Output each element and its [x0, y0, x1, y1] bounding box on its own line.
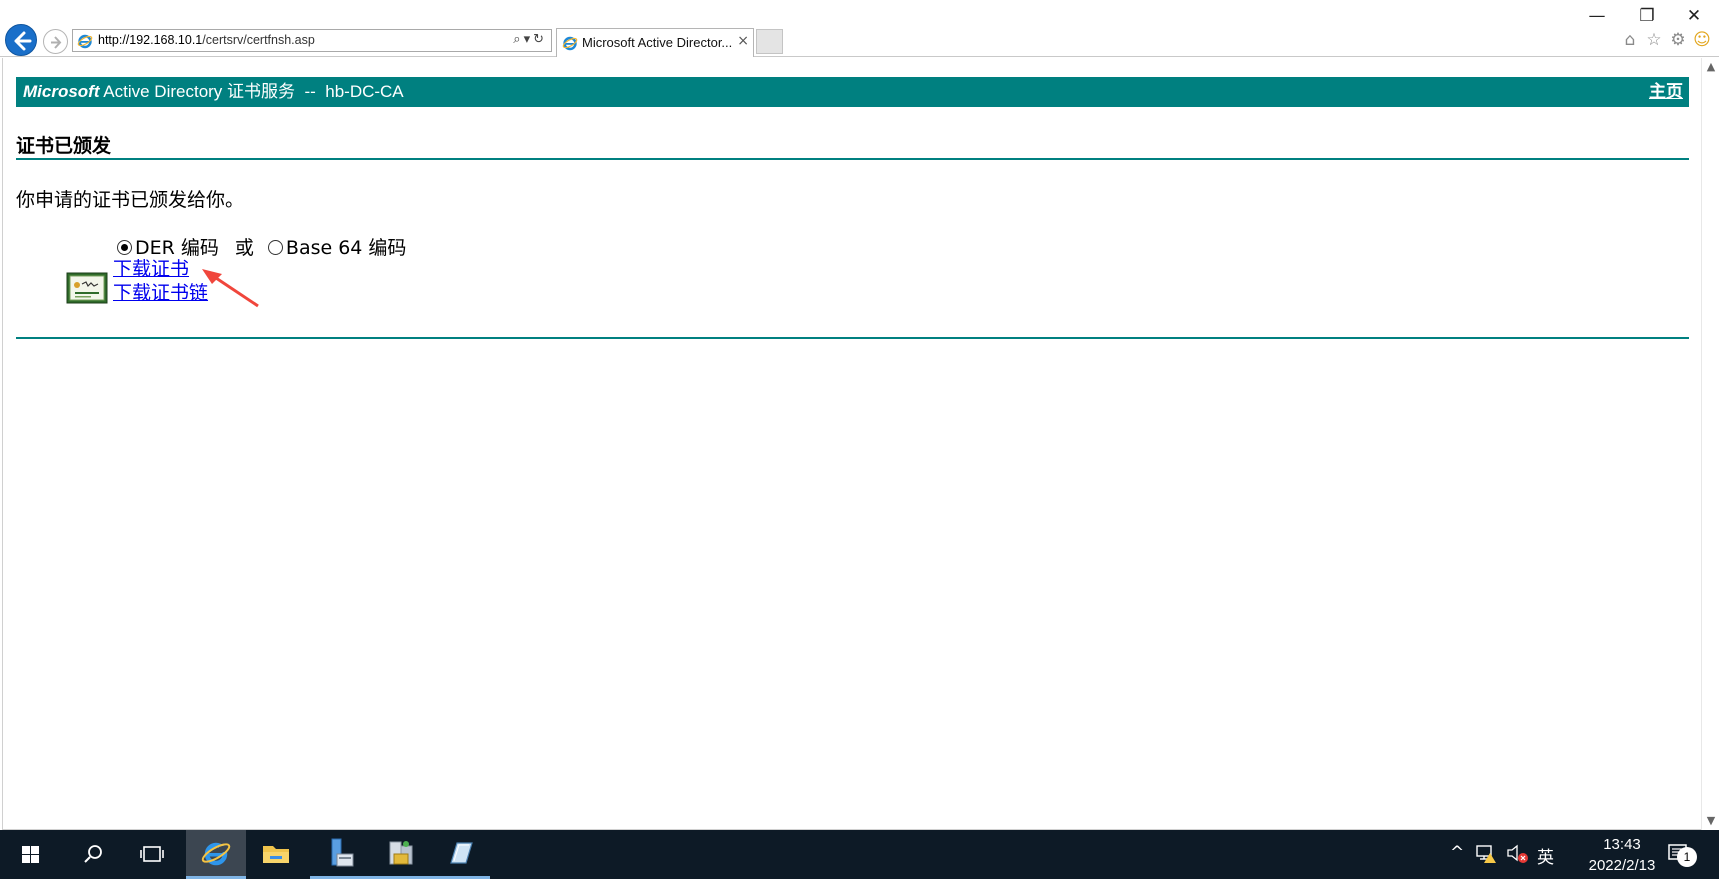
search-button[interactable] [62, 830, 122, 879]
windows-taskbar: ^ 英 13:43 2022/2/13 1 [0, 830, 1719, 879]
banner-brand: Microsoft [23, 82, 100, 101]
restore-button[interactable]: ❐ [1627, 4, 1667, 28]
tab-title: Microsoft Active Director... [582, 35, 732, 50]
forward-button[interactable] [43, 29, 68, 54]
home-icon[interactable]: ⌂ [1619, 28, 1641, 52]
clock-time[interactable]: 13:43 [1587, 836, 1657, 853]
tab-active-certificate-services[interactable]: Microsoft Active Director... × [556, 28, 754, 57]
red-arrow-annotation [202, 269, 259, 308]
browser-chrome: — ❐ ✕ http://192.168.10.1/certsrv/certfn… [0, 0, 1719, 57]
banner-title: Active Directory 证书服务 -- hb-DC-CA [99, 82, 404, 101]
input-method-indicator[interactable]: 英 [1537, 843, 1554, 868]
page-title: 证书已颁发 [16, 135, 112, 157]
internet-explorer-icon [201, 842, 231, 866]
address-url[interactable]: http://192.168.10.1/certsrv/certfnsh.asp [98, 33, 315, 47]
taskbar-powershell[interactable] [430, 830, 490, 879]
address-search-refresh-icons[interactable]: ⌕▾↻ [513, 32, 547, 47]
notification-count-badge: 1 [1677, 847, 1697, 867]
back-arrow-icon [14, 31, 32, 51]
taskbar-file-explorer[interactable] [246, 830, 306, 879]
scroll-up-icon[interactable]: ▲ [1702, 58, 1719, 76]
cert-services-banner: Microsoft Active Directory 证书服务 -- hb-DC… [16, 77, 1689, 107]
download-certificate-link[interactable]: 下载证书 [113, 254, 189, 281]
powershell-icon [450, 842, 473, 864]
new-tab-button[interactable] [756, 29, 783, 54]
start-icon [22, 846, 39, 863]
taskbar-server-manager[interactable] [310, 830, 370, 879]
close-window-button[interactable]: ✕ [1674, 4, 1714, 28]
start-button[interactable] [0, 830, 60, 879]
address-bar[interactable]: http://192.168.10.1/certsrv/certfnsh.asp… [72, 29, 552, 52]
clock-date[interactable]: 2022/2/13 [1566, 857, 1678, 874]
home-link[interactable]: 主页 [1649, 77, 1683, 107]
minimize-button[interactable]: — [1577, 4, 1617, 28]
ie-page-icon [77, 34, 93, 49]
task-view-icon [140, 846, 164, 862]
settings-gear-icon[interactable]: ⚙ [1667, 28, 1689, 52]
scroll-down-icon[interactable]: ▼ [1702, 812, 1719, 830]
taskbar-certificate-authority[interactable] [370, 830, 430, 879]
server-manager-icon [331, 838, 354, 867]
der-encoding-radio[interactable] [117, 240, 132, 255]
certificate-icon [66, 272, 108, 304]
issued-message: 你申请的证书已颁发给你。 [16, 189, 245, 211]
tab-close-icon[interactable]: × [737, 33, 749, 49]
certificate-authority-icon [389, 841, 413, 865]
ie-tab-icon [562, 36, 578, 51]
network-warning-icon[interactable] [1475, 842, 1497, 864]
taskbar-internet-explorer[interactable] [186, 830, 246, 879]
footer-divider [16, 337, 1689, 339]
volume-muted-icon[interactable] [1505, 842, 1529, 864]
download-certificate-chain-link[interactable]: 下载证书链 [113, 278, 208, 305]
address-path: /certsrv/certfnsh.asp [202, 33, 315, 47]
base64-encoding-label[interactable]: Base 64 编码 [286, 237, 407, 259]
vertical-scrollbar[interactable]: ▲ ▼ [1701, 58, 1719, 830]
feedback-smiley-icon[interactable]: ☺ [1691, 28, 1713, 52]
task-view-button[interactable] [122, 830, 182, 879]
favorites-star-icon[interactable]: ☆ [1643, 28, 1665, 52]
base64-encoding-radio[interactable] [267, 240, 283, 255]
or-label: 或 [234, 237, 254, 259]
forward-arrow-icon [51, 36, 62, 49]
page-viewport [2, 58, 1701, 830]
address-host: http://192.168.10.1 [98, 33, 203, 47]
file-explorer-icon [263, 846, 289, 863]
search-icon [84, 845, 102, 863]
show-hidden-icons-chevron-icon[interactable]: ^ [1450, 843, 1464, 863]
heading-divider [16, 158, 1689, 160]
back-button[interactable] [5, 24, 37, 56]
